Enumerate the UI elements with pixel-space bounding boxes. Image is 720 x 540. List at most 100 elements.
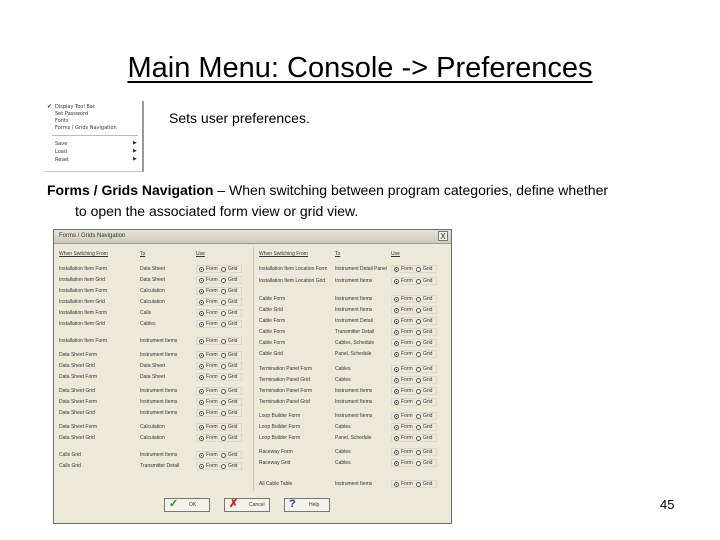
grid-radio[interactable] [221, 411, 226, 416]
grid-radio[interactable] [221, 300, 226, 305]
form-radio[interactable] [199, 311, 204, 316]
grid-radio[interactable] [416, 400, 421, 405]
grid-radio[interactable] [221, 389, 226, 394]
form-radio[interactable] [394, 436, 399, 441]
navigation-paragraph: Forms / Grids Navigation – When switchin… [47, 180, 707, 222]
grid-radio[interactable] [221, 453, 226, 458]
grid-radio[interactable] [416, 267, 421, 272]
grid-radio[interactable] [221, 464, 226, 469]
grid-radio[interactable] [416, 461, 421, 466]
grid-radio[interactable] [416, 378, 421, 383]
grid-radio-label: Grid [423, 399, 433, 405]
form-radio[interactable] [199, 278, 204, 283]
form-radio[interactable] [199, 400, 204, 405]
grid-radio[interactable] [416, 341, 421, 346]
help-button[interactable]: ? Help [284, 498, 330, 512]
form-radio[interactable] [199, 364, 204, 369]
grid-radio[interactable] [416, 389, 421, 394]
grid-radio[interactable] [416, 414, 421, 419]
right-row-to-label: Instrument Detail Panel [335, 266, 387, 272]
left-row-to-label: Transmitter Detail [140, 463, 180, 469]
form-radio[interactable] [394, 319, 399, 324]
grid-radio[interactable] [221, 425, 226, 430]
grid-radio[interactable] [221, 289, 226, 294]
left-row-use-group: Form Grid [196, 451, 242, 459]
form-radio[interactable] [394, 267, 399, 272]
grid-radio[interactable] [221, 375, 226, 380]
form-radio[interactable] [199, 322, 204, 327]
grid-radio-label: Grid [423, 424, 433, 430]
right-row-use-group: Form Grid [391, 306, 437, 314]
console-menu-item[interactable]: Forms / Grids Navigation [55, 125, 117, 131]
grid-radio[interactable] [416, 330, 421, 335]
form-radio[interactable] [394, 482, 399, 487]
form-radio[interactable] [394, 352, 399, 357]
form-radio[interactable] [394, 308, 399, 313]
form-radio[interactable] [394, 461, 399, 466]
form-radio-label: Form [206, 321, 218, 327]
form-radio[interactable] [199, 353, 204, 358]
console-menu-item[interactable]: Reset [55, 157, 69, 163]
grid-radio[interactable] [416, 425, 421, 430]
form-radio[interactable] [199, 436, 204, 441]
grid-radio[interactable] [416, 450, 421, 455]
form-radio[interactable] [394, 367, 399, 372]
form-radio[interactable] [199, 464, 204, 469]
form-radio[interactable] [199, 289, 204, 294]
form-radio[interactable] [394, 297, 399, 302]
console-menu-item[interactable]: Load [55, 149, 67, 155]
grid-radio[interactable] [221, 267, 226, 272]
form-radio[interactable] [199, 453, 204, 458]
console-menu-item[interactable]: Fonts [55, 118, 69, 124]
grid-radio[interactable] [221, 364, 226, 369]
cancel-button[interactable]: ✗ Cancel [224, 498, 270, 512]
form-radio[interactable] [394, 378, 399, 383]
right-row-to-label: Instrument Items [335, 413, 373, 419]
form-radio[interactable] [199, 411, 204, 416]
form-radio[interactable] [199, 300, 204, 305]
grid-radio[interactable] [221, 339, 226, 344]
form-radio-label: Form [206, 338, 218, 344]
form-radio-label: Form [401, 318, 413, 324]
form-radio[interactable] [394, 279, 399, 284]
form-radio[interactable] [394, 341, 399, 346]
grid-radio[interactable] [416, 297, 421, 302]
left-row-from-label: Data Sheet Grid [59, 435, 95, 441]
form-radio[interactable] [394, 389, 399, 394]
form-radio[interactable] [394, 414, 399, 419]
form-radio[interactable] [394, 450, 399, 455]
ok-button[interactable]: ✓ OK [164, 498, 210, 512]
form-radio[interactable] [199, 425, 204, 430]
console-menu-item[interactable]: Save [55, 141, 67, 147]
form-radio[interactable] [394, 425, 399, 430]
form-radio[interactable] [394, 400, 399, 405]
grid-radio[interactable] [221, 311, 226, 316]
grid-radio[interactable] [221, 322, 226, 327]
grid-radio[interactable] [416, 482, 421, 487]
left-row-from-label: Data Sheet Form [59, 424, 98, 430]
right-row-to-label: Cables [335, 460, 351, 466]
right-row-use-group: Form Grid [391, 448, 437, 456]
grid-radio[interactable] [416, 352, 421, 357]
form-radio[interactable] [394, 330, 399, 335]
grid-radio[interactable] [221, 400, 226, 405]
close-button[interactable]: X [438, 231, 448, 241]
grid-radio[interactable] [416, 308, 421, 313]
right-row-use-group: Form Grid [391, 376, 437, 384]
console-menu-item[interactable]: Set Password [55, 111, 88, 117]
form-radio[interactable] [199, 267, 204, 272]
grid-radio[interactable] [416, 279, 421, 284]
grid-radio[interactable] [221, 353, 226, 358]
grid-radio[interactable] [416, 436, 421, 441]
grid-radio[interactable] [221, 436, 226, 441]
form-radio[interactable] [199, 389, 204, 394]
right-row-from-label: Cable Form [259, 318, 286, 324]
left-row-from-label: Calls Grid [59, 452, 81, 458]
console-menu-item[interactable]: Display Tool Bar [55, 104, 95, 110]
right-row-from-label: Raceway Grid [259, 460, 291, 466]
grid-radio[interactable] [416, 319, 421, 324]
form-radio[interactable] [199, 375, 204, 380]
grid-radio[interactable] [221, 278, 226, 283]
form-radio[interactable] [199, 339, 204, 344]
grid-radio[interactable] [416, 367, 421, 372]
